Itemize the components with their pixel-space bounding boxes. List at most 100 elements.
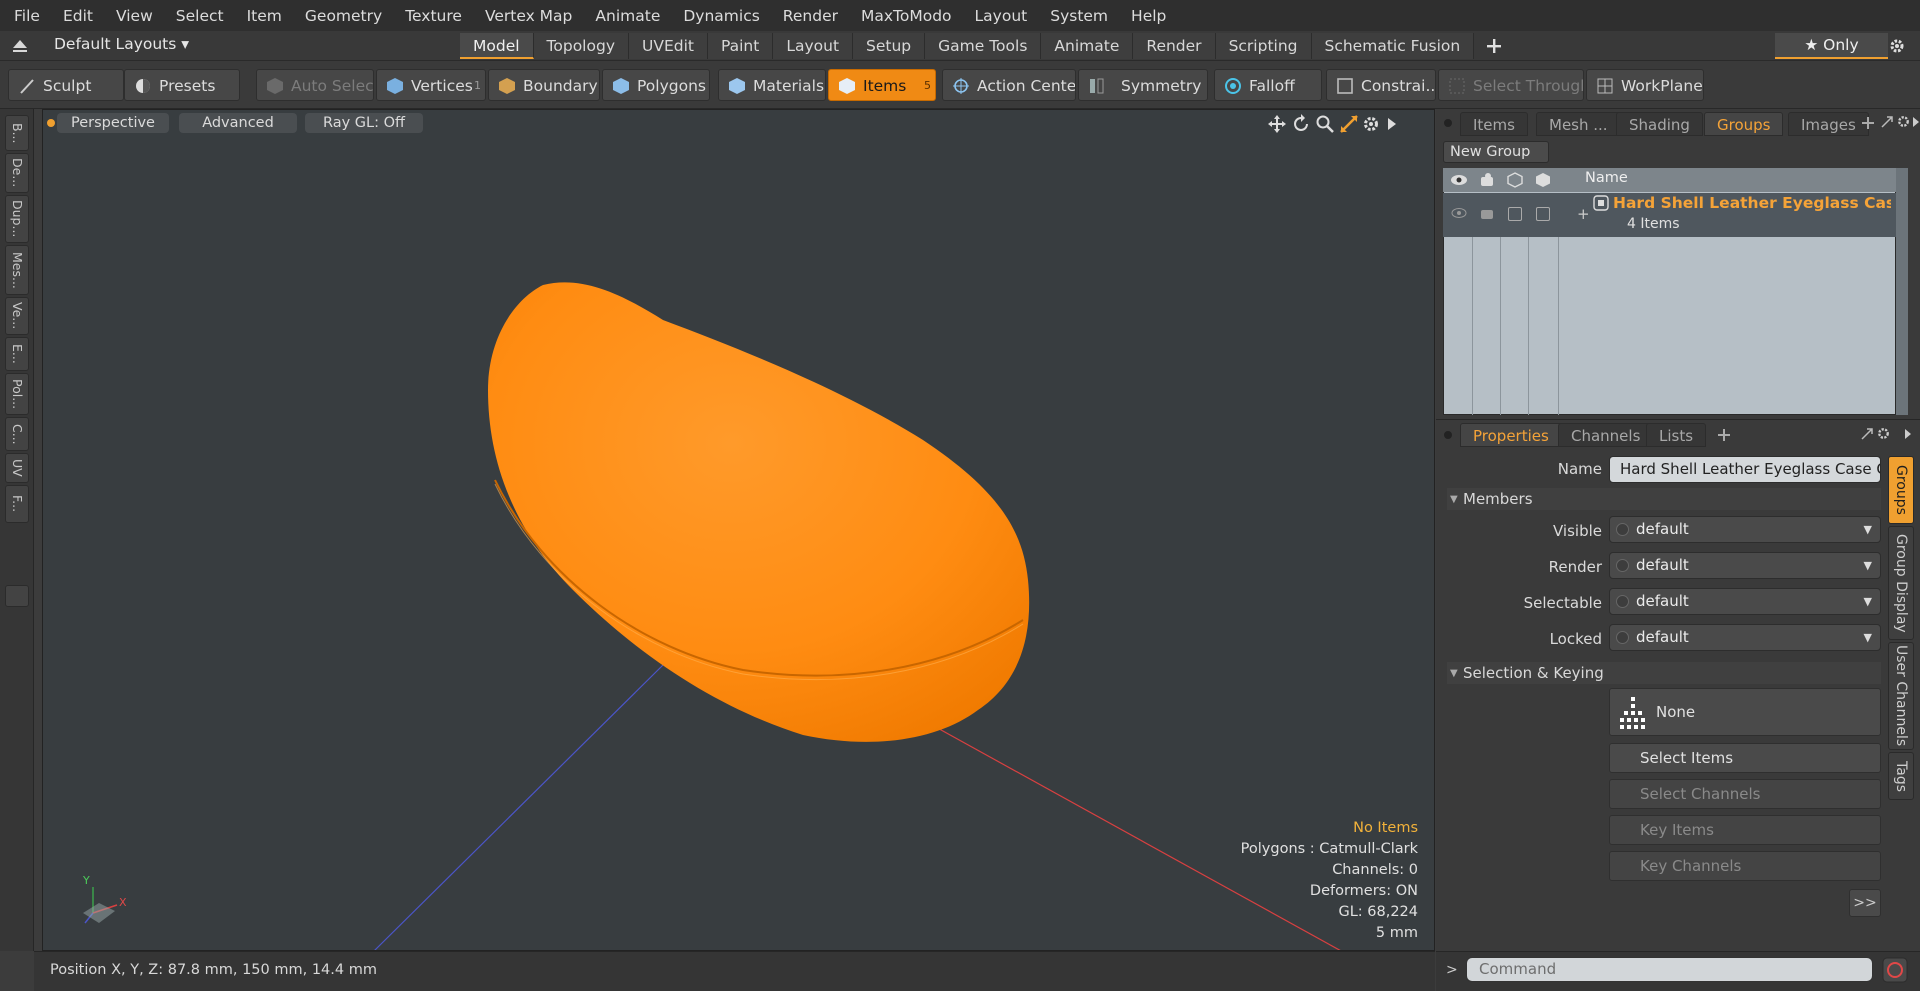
left-tab-extra[interactable] [5,585,29,607]
tab-animate[interactable]: Animate [1041,33,1134,59]
tab-game-tools[interactable]: Game Tools [925,33,1042,59]
side-tab-user-channels[interactable]: User Channels [1888,642,1914,750]
raygl-button[interactable]: Ray GL: Off [305,113,423,133]
viewport-settings-gear-icon[interactable] [1361,114,1381,134]
collapse-up-icon[interactable] [12,39,28,53]
select-channels-button[interactable]: Select Channels [1609,779,1881,809]
tab-schematic-fusion[interactable]: Schematic Fusion [1311,33,1475,59]
select-items-button[interactable]: Select Items [1609,743,1881,773]
panel-gear-icon[interactable] [1896,114,1911,129]
selection-keying-section[interactable]: Selection & Keying [1447,662,1881,684]
render-dropdown[interactable]: default ▼ [1609,552,1881,579]
polygons-button[interactable]: Polygons [602,69,710,101]
left-tab-uv[interactable]: UV [5,453,29,483]
left-tab-basic[interactable]: B... [5,115,29,151]
left-tab-polygon[interactable]: Pol... [5,373,29,415]
add-props-tab-icon[interactable] [1718,429,1730,441]
boundary-button[interactable]: Boundary [488,69,600,101]
advanced-button[interactable]: Advanced [179,113,297,133]
3d-viewport[interactable]: Perspective Advanced Ray GL: Off Y X No … [42,109,1435,951]
lock-cube-icon[interactable] [1535,172,1551,188]
tab-topology[interactable]: Topology [533,33,629,59]
tab-lists[interactable]: Lists [1646,423,1707,447]
menu-edit[interactable]: Edit [63,7,107,25]
members-section[interactable]: Members [1447,488,1881,510]
name-column-header[interactable]: Name [1585,170,1628,186]
tab-shading[interactable]: Shading [1616,112,1703,136]
props-menu-arrow-icon[interactable] [1904,428,1912,440]
more-options-button[interactable]: >> [1849,889,1881,917]
menu-select[interactable]: Select [176,7,238,25]
side-tab-tags[interactable]: Tags [1888,752,1914,800]
select-through-button[interactable]: Select Through [1438,69,1584,101]
menu-render[interactable]: Render [783,7,852,25]
menu-geometry[interactable]: Geometry [305,7,396,25]
presets-button[interactable]: Presets [124,69,240,101]
action-center-button[interactable]: Action Center [942,69,1076,101]
menu-item[interactable]: Item [247,7,296,25]
key-channels-button[interactable]: Key Channels [1609,851,1881,881]
tab-properties[interactable]: Properties [1460,423,1562,447]
rotate-view-icon[interactable] [1291,114,1311,134]
materials-button[interactable]: Materials [718,69,826,101]
fit-view-icon[interactable] [1339,114,1359,134]
visible-dropdown[interactable]: default ▼ [1609,516,1881,543]
move-view-icon[interactable] [1267,114,1287,134]
menu-maxtomodo[interactable]: MaxToModo [861,7,966,25]
record-icon[interactable] [1882,957,1908,983]
sculpt-button[interactable]: Sculpt [8,69,124,101]
group-row-eyeglass-case[interactable]: + Hard Shell Leather Eyeglass Cas ... 4 … [1443,193,1896,237]
key-items-button[interactable]: Key Items [1609,815,1881,845]
zoom-view-icon[interactable] [1315,114,1335,134]
command-input[interactable]: Command [1466,957,1873,982]
menu-help[interactable]: Help [1131,7,1180,25]
expand-group-icon[interactable]: + [1577,205,1590,223]
tab-render[interactable]: Render [1133,33,1216,59]
menu-file[interactable]: File [14,7,54,25]
add-panel-tab-icon[interactable] [1862,117,1874,129]
left-tab-vertex[interactable]: Ve... [5,297,29,335]
tab-model[interactable]: Model [460,33,534,59]
none-selection-button[interactable]: None [1609,688,1881,736]
locked-dropdown[interactable]: default ▼ [1609,624,1881,651]
row-selectable-checkbox[interactable] [1508,207,1522,221]
menu-animate[interactable]: Animate [595,7,674,25]
selectable-cube-icon[interactable] [1507,172,1523,188]
groups-list-scrollbar[interactable] [1896,168,1908,415]
menu-texture[interactable]: Texture [405,7,476,25]
menu-dynamics[interactable]: Dynamics [683,7,773,25]
vertices-button[interactable]: Vertices 1 [376,69,486,101]
tab-uvedit[interactable]: UVEdit [629,33,708,59]
menu-layout[interactable]: Layout [975,7,1042,25]
symmetry-button[interactable]: Symmetry [1078,69,1208,101]
tab-items[interactable]: Items [1460,112,1528,136]
tab-paint[interactable]: Paint [707,33,774,59]
layouts-dropdown[interactable]: Default Layouts ▾ [54,35,189,53]
tab-mesh[interactable]: Mesh ... [1536,112,1621,136]
menu-view[interactable]: View [116,7,167,25]
visibility-eye-icon[interactable] [1450,173,1468,187]
menu-vertex-map[interactable]: Vertex Map [485,7,586,25]
row-lock-checkbox[interactable] [1536,207,1550,221]
perspective-button[interactable]: Perspective [57,113,169,133]
constraints-button[interactable]: Constrai... [1326,69,1436,101]
selectable-dropdown[interactable]: default ▼ [1609,588,1881,615]
side-tab-group-display[interactable]: Group Display [1888,526,1914,640]
add-tab-icon[interactable] [1486,38,1502,54]
tab-scripting[interactable]: Scripting [1215,33,1312,59]
falloff-button[interactable]: Falloff [1214,69,1322,101]
new-group-button[interactable]: New Group [1443,141,1549,163]
tab-images[interactable]: Images [1788,112,1869,136]
menu-system[interactable]: System [1050,7,1122,25]
render-camera-icon[interactable] [1479,172,1497,188]
row-render-icon[interactable] [1479,205,1497,221]
tab-channels[interactable]: Channels [1558,423,1654,447]
side-tab-groups[interactable]: Groups [1888,456,1914,524]
tab-setup[interactable]: Setup [853,33,926,59]
panel-menu-arrow-icon[interactable] [1912,116,1920,128]
only-button[interactable]: ★ Only [1775,33,1888,59]
maximize-props-icon[interactable] [1860,427,1874,441]
group-name-input[interactable]: Hard Shell Leather Eyeglass Case Ora [1609,456,1881,483]
left-tab-fusion[interactable]: F... [5,485,29,523]
left-tab-deform[interactable]: De... [5,153,29,193]
